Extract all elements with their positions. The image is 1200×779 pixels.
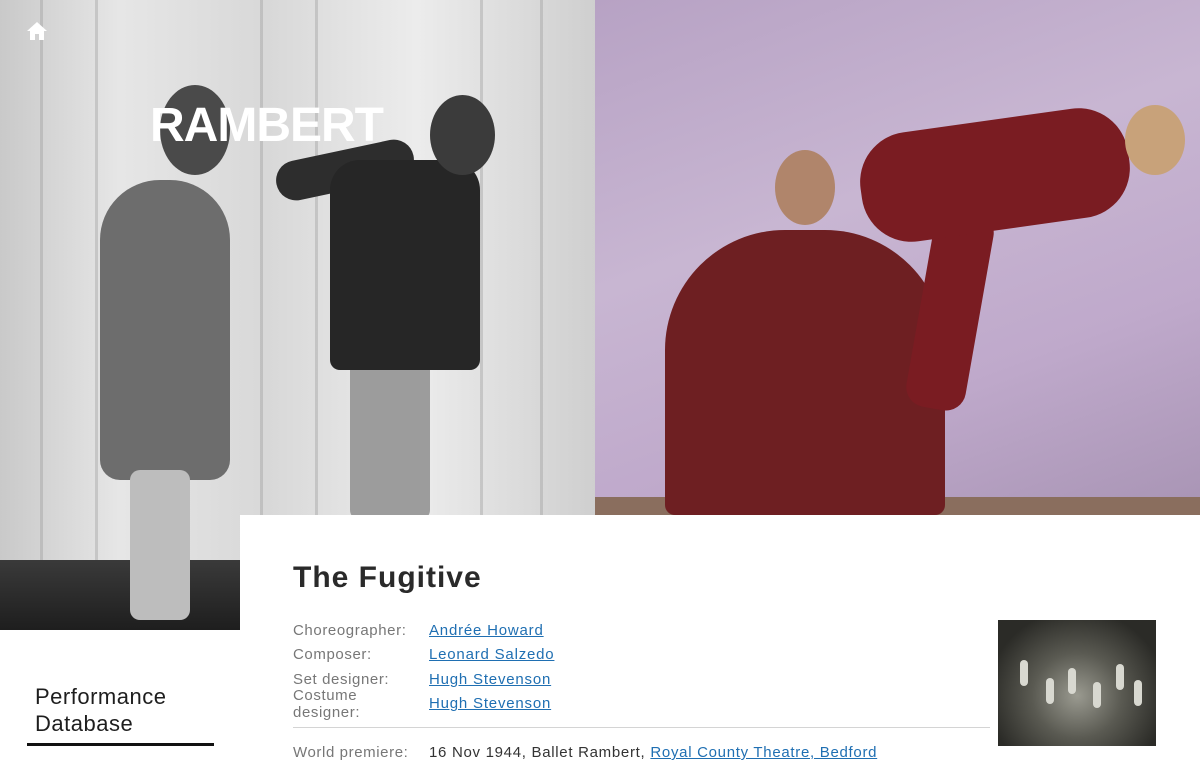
credits-list: Choreographer: Andrée Howard Composer: L… bbox=[293, 618, 993, 721]
choreographer-link[interactable]: Andrée Howard bbox=[429, 622, 544, 639]
production-photo-thumbnail[interactable] bbox=[998, 620, 1156, 746]
title-line-2: Database bbox=[35, 711, 134, 736]
credit-row-choreographer: Choreographer: Andrée Howard bbox=[293, 618, 993, 643]
credit-label: Choreographer: bbox=[293, 621, 407, 639]
divider bbox=[293, 727, 990, 728]
title-line-1: Performance bbox=[35, 684, 167, 709]
set-designer-link[interactable]: Hugh Stevenson bbox=[429, 671, 551, 688]
composer-link[interactable]: Leonard Salzedo bbox=[429, 646, 554, 663]
costume-designer-link[interactable]: Hugh Stevenson bbox=[429, 695, 551, 712]
credit-row-costume-designer: Costume designer: Hugh Stevenson bbox=[293, 687, 993, 721]
sidebar: Performance Database bbox=[0, 630, 240, 779]
credit-label: Costume designer: bbox=[293, 686, 361, 721]
premiere-details: 16 Nov 1944, Ballet Rambert, bbox=[429, 744, 646, 761]
work-details-card: The Fugitive Choreographer: Andrée Howar… bbox=[240, 515, 1200, 779]
premiere-label: World premiere: bbox=[293, 744, 409, 761]
credit-label: Set designer: bbox=[293, 670, 390, 688]
premiere-venue-link[interactable]: Royal County Theatre, Bedford bbox=[650, 744, 877, 761]
home-icon[interactable] bbox=[24, 18, 50, 44]
performance-database-title[interactable]: Performance Database bbox=[35, 683, 166, 737]
title-underline bbox=[27, 743, 214, 746]
work-title: The Fugitive bbox=[293, 561, 482, 594]
credit-row-composer: Composer: Leonard Salzedo bbox=[293, 643, 993, 668]
credit-label: Composer: bbox=[293, 646, 372, 664]
rambert-logo[interactable]: RAMBERT bbox=[150, 98, 384, 153]
world-premiere-row: World premiere: 16 Nov 1944, Ballet Ramb… bbox=[293, 744, 877, 761]
